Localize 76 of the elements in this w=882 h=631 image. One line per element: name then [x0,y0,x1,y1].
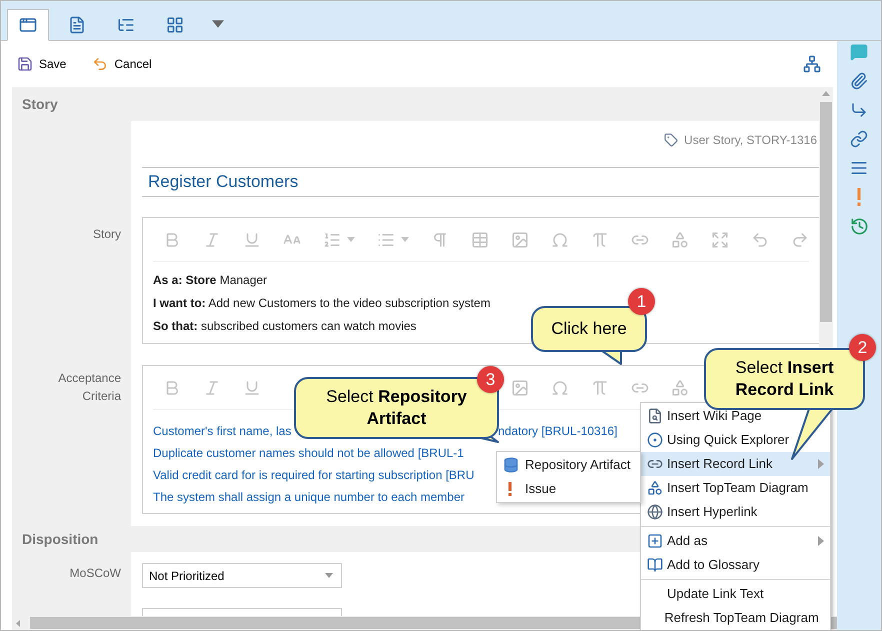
scrollbar-thumb[interactable] [820,102,832,322]
caret-icon [325,573,333,578]
caret-icon [401,237,409,242]
plus-icon [647,533,663,549]
diagram-icon [647,480,663,496]
scroll-left-icon [16,620,20,626]
record-type: User Story, STORY-1316 [684,132,817,149]
arrow-icon[interactable] [850,101,868,119]
document-icon [68,16,86,34]
field-label: Acceptance Criteria [57,370,121,405]
field-label: Story [92,226,121,243]
history-icon[interactable] [850,217,868,236]
cancel-button[interactable]: Cancel [92,55,152,73]
field-label: MoSCoW [70,565,121,582]
caret-icon [347,237,355,242]
menu-item[interactable]: Insert TopTeam Diagram [641,476,830,500]
section-heading: Story [22,94,58,114]
criteria-text: ndatory [BRUL-10316] [498,422,618,440]
tree-icon [117,16,135,34]
image-icon[interactable] [511,378,529,396]
italic-icon[interactable] [203,230,221,248]
expand-icon[interactable] [711,230,729,248]
menu-item[interactable]: Add as [641,529,830,553]
paperclip-icon[interactable] [850,72,868,90]
underline-icon[interactable] [243,230,261,248]
dropdown-icon [212,20,224,28]
image-icon[interactable] [511,230,529,248]
underline-icon[interactable] [243,378,261,396]
menu-item[interactable]: Update Link Text [641,582,830,606]
comment-icon[interactable] [850,43,868,61]
omega-icon[interactable] [551,378,569,396]
exclamation-icon[interactable] [857,188,861,206]
link-icon[interactable] [850,130,868,148]
grid-icon [166,16,184,34]
numbered-list-icon[interactable] [323,230,341,248]
dropdown-field[interactable]: Not Prioritized [142,563,342,588]
tag-icon [664,133,678,147]
globe-icon [647,504,663,520]
back-arrow-icon [92,56,108,72]
shapes-icon[interactable] [671,230,689,248]
pi-icon[interactable] [591,378,609,396]
window-icon [19,16,37,34]
menu-item[interactable]: Insert Record Link [641,452,830,476]
shapes-icon[interactable] [671,378,689,396]
save-button[interactable]: Save [17,55,66,73]
menu-item[interactable]: Using Quick Explorer [641,428,830,452]
menu-item[interactable]: Add to Glossary [641,553,830,577]
section-heading: Disposition [22,530,98,549]
redo-icon[interactable] [791,230,809,248]
criteria-text: The system shall assign a unique number to each member [153,488,464,506]
explorer-icon [647,432,663,448]
omega-icon[interactable] [551,230,569,248]
database-icon [503,457,519,473]
undo-icon[interactable] [751,230,769,248]
title-field[interactable]: Register Customers [142,167,819,197]
story-line: As a: Store Manager [153,272,268,289]
table-icon[interactable] [471,230,489,248]
italic-icon[interactable] [203,378,221,396]
pi-icon[interactable] [591,230,609,248]
book-icon [647,557,663,573]
menu-item[interactable]: Refresh TopTeam Diagram [641,606,830,630]
criteria-text: Valid credit card for is required for starting subscription [BRU [153,466,474,484]
criteria-text: Duplicate customer names should not be allowed [BRUL-1 [153,444,464,462]
tab[interactable] [7,9,49,41]
menu-item[interactable]: Repository Artifact [497,453,640,477]
page-icon [647,408,663,424]
menu-item[interactable]: Insert Hyperlink [641,500,830,524]
exclamation-icon [508,482,512,496]
menu-item[interactable]: Issue [497,477,640,501]
scroll-up-icon [822,91,830,96]
story-line: I want to: Add new Customers to the video subscription system [153,295,490,312]
network-icon[interactable] [803,55,821,73]
list-icon[interactable] [850,159,868,177]
story-line: So that: subscribed customers can watch movies [153,318,416,335]
paragraph-icon[interactable] [431,230,449,248]
criteria-text: Customer's first name, las [153,422,292,440]
